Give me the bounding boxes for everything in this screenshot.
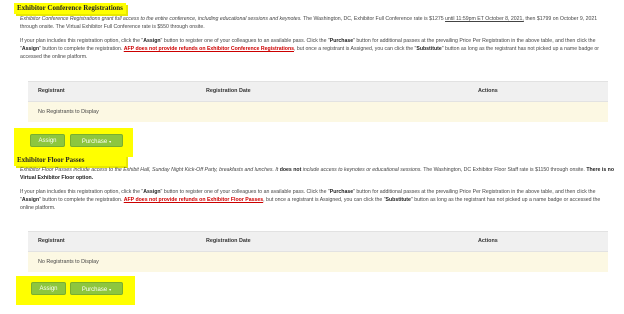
floor-intro-italic-2: include access to keynotes or educationa… xyxy=(301,167,422,173)
col-registrant: Registrant xyxy=(38,88,65,94)
purchase-dropdown-button[interactable]: Purchase ▾ xyxy=(70,134,123,147)
purchase-word: Purchase xyxy=(329,189,354,195)
col-registration-date: Registration Date xyxy=(206,88,251,94)
conference-button-box: Assign Purchase ▾ xyxy=(14,128,133,157)
help-text: , but once a registrant is Assigned, you… xyxy=(263,197,386,203)
empty-message: No Registrants to Display xyxy=(38,109,99,115)
assign-word: Assign xyxy=(21,46,40,52)
conference-rate-text: The Washington, DC, Exhibitor Full Confe… xyxy=(301,16,446,22)
purchase-dropdown-button[interactable]: Purchase ▾ xyxy=(70,282,123,295)
floor-button-box: Assign Purchase ▾ xyxy=(16,276,135,305)
substitute-word: Substitute xyxy=(385,197,411,203)
floor-rate-text: The Washington, DC Exhibitor Floor Staff… xyxy=(421,167,587,173)
assign-word: Assign xyxy=(143,189,161,195)
substitute-word: Substitute xyxy=(416,46,442,52)
floor-description: Exhibitor Floor Passes include access to… xyxy=(20,166,614,212)
help-text: " button to complete the registration. xyxy=(39,46,124,52)
col-registration-date: Registration Date xyxy=(206,238,251,244)
refund-policy-link[interactable]: AFP does not provide refunds on Exhibito… xyxy=(124,46,294,52)
help-text: " button to complete the registration. xyxy=(39,197,124,203)
assign-button[interactable]: Assign xyxy=(30,134,65,147)
conference-description: Exhibitor Conference Registrations grant… xyxy=(20,15,614,61)
section-title-floor-passes: Exhibitor Floor Passes xyxy=(14,155,126,166)
conference-intro-italic: Exhibitor Conference Registrations grant… xyxy=(20,16,302,22)
col-actions: Actions xyxy=(478,238,498,244)
help-text: " button to register one of your colleag… xyxy=(160,38,330,44)
chevron-down-icon: ▾ xyxy=(109,139,112,144)
chevron-down-icon: ▾ xyxy=(109,287,112,292)
purchase-label: Purchase xyxy=(81,287,108,293)
table-header: Registrant Registration Date Actions xyxy=(28,81,608,102)
help-text: If your plan includes this registration … xyxy=(20,38,144,44)
purchase-label: Purchase xyxy=(81,139,108,145)
empty-message: No Registrants to Display xyxy=(38,259,99,265)
floor-intro-bold: does not xyxy=(279,167,302,173)
assign-word: Assign xyxy=(21,197,40,203)
empty-row: No Registrants to Display xyxy=(28,252,608,272)
purchase-word: Purchase xyxy=(329,38,354,44)
refund-policy-link[interactable]: AFP does not provide refunds on Exhibito… xyxy=(124,197,263,203)
floor-registrants-table: Registrant Registration Date Actions No … xyxy=(28,231,608,272)
help-text: " button to register one of your colleag… xyxy=(160,189,330,195)
assign-word: Assign xyxy=(143,38,161,44)
floor-intro-italic: Exhibitor Floor Passes include access to… xyxy=(20,167,280,173)
help-text: , but once a registrant is Assigned, you… xyxy=(294,46,417,52)
col-actions: Actions xyxy=(478,88,498,94)
table-header: Registrant Registration Date Actions xyxy=(28,231,608,252)
help-text: If your plan includes this registration … xyxy=(20,189,144,195)
assign-button[interactable]: Assign xyxy=(31,282,66,295)
empty-row: No Registrants to Display xyxy=(28,102,608,122)
section-title-conference: Exhibitor Conference Registrations xyxy=(14,3,126,14)
col-registrant: Registrant xyxy=(38,238,65,244)
conference-registrants-table: Registrant Registration Date Actions No … xyxy=(28,81,608,122)
conference-deadline: until 11:59pm ET October 8, 2021, xyxy=(445,16,524,22)
